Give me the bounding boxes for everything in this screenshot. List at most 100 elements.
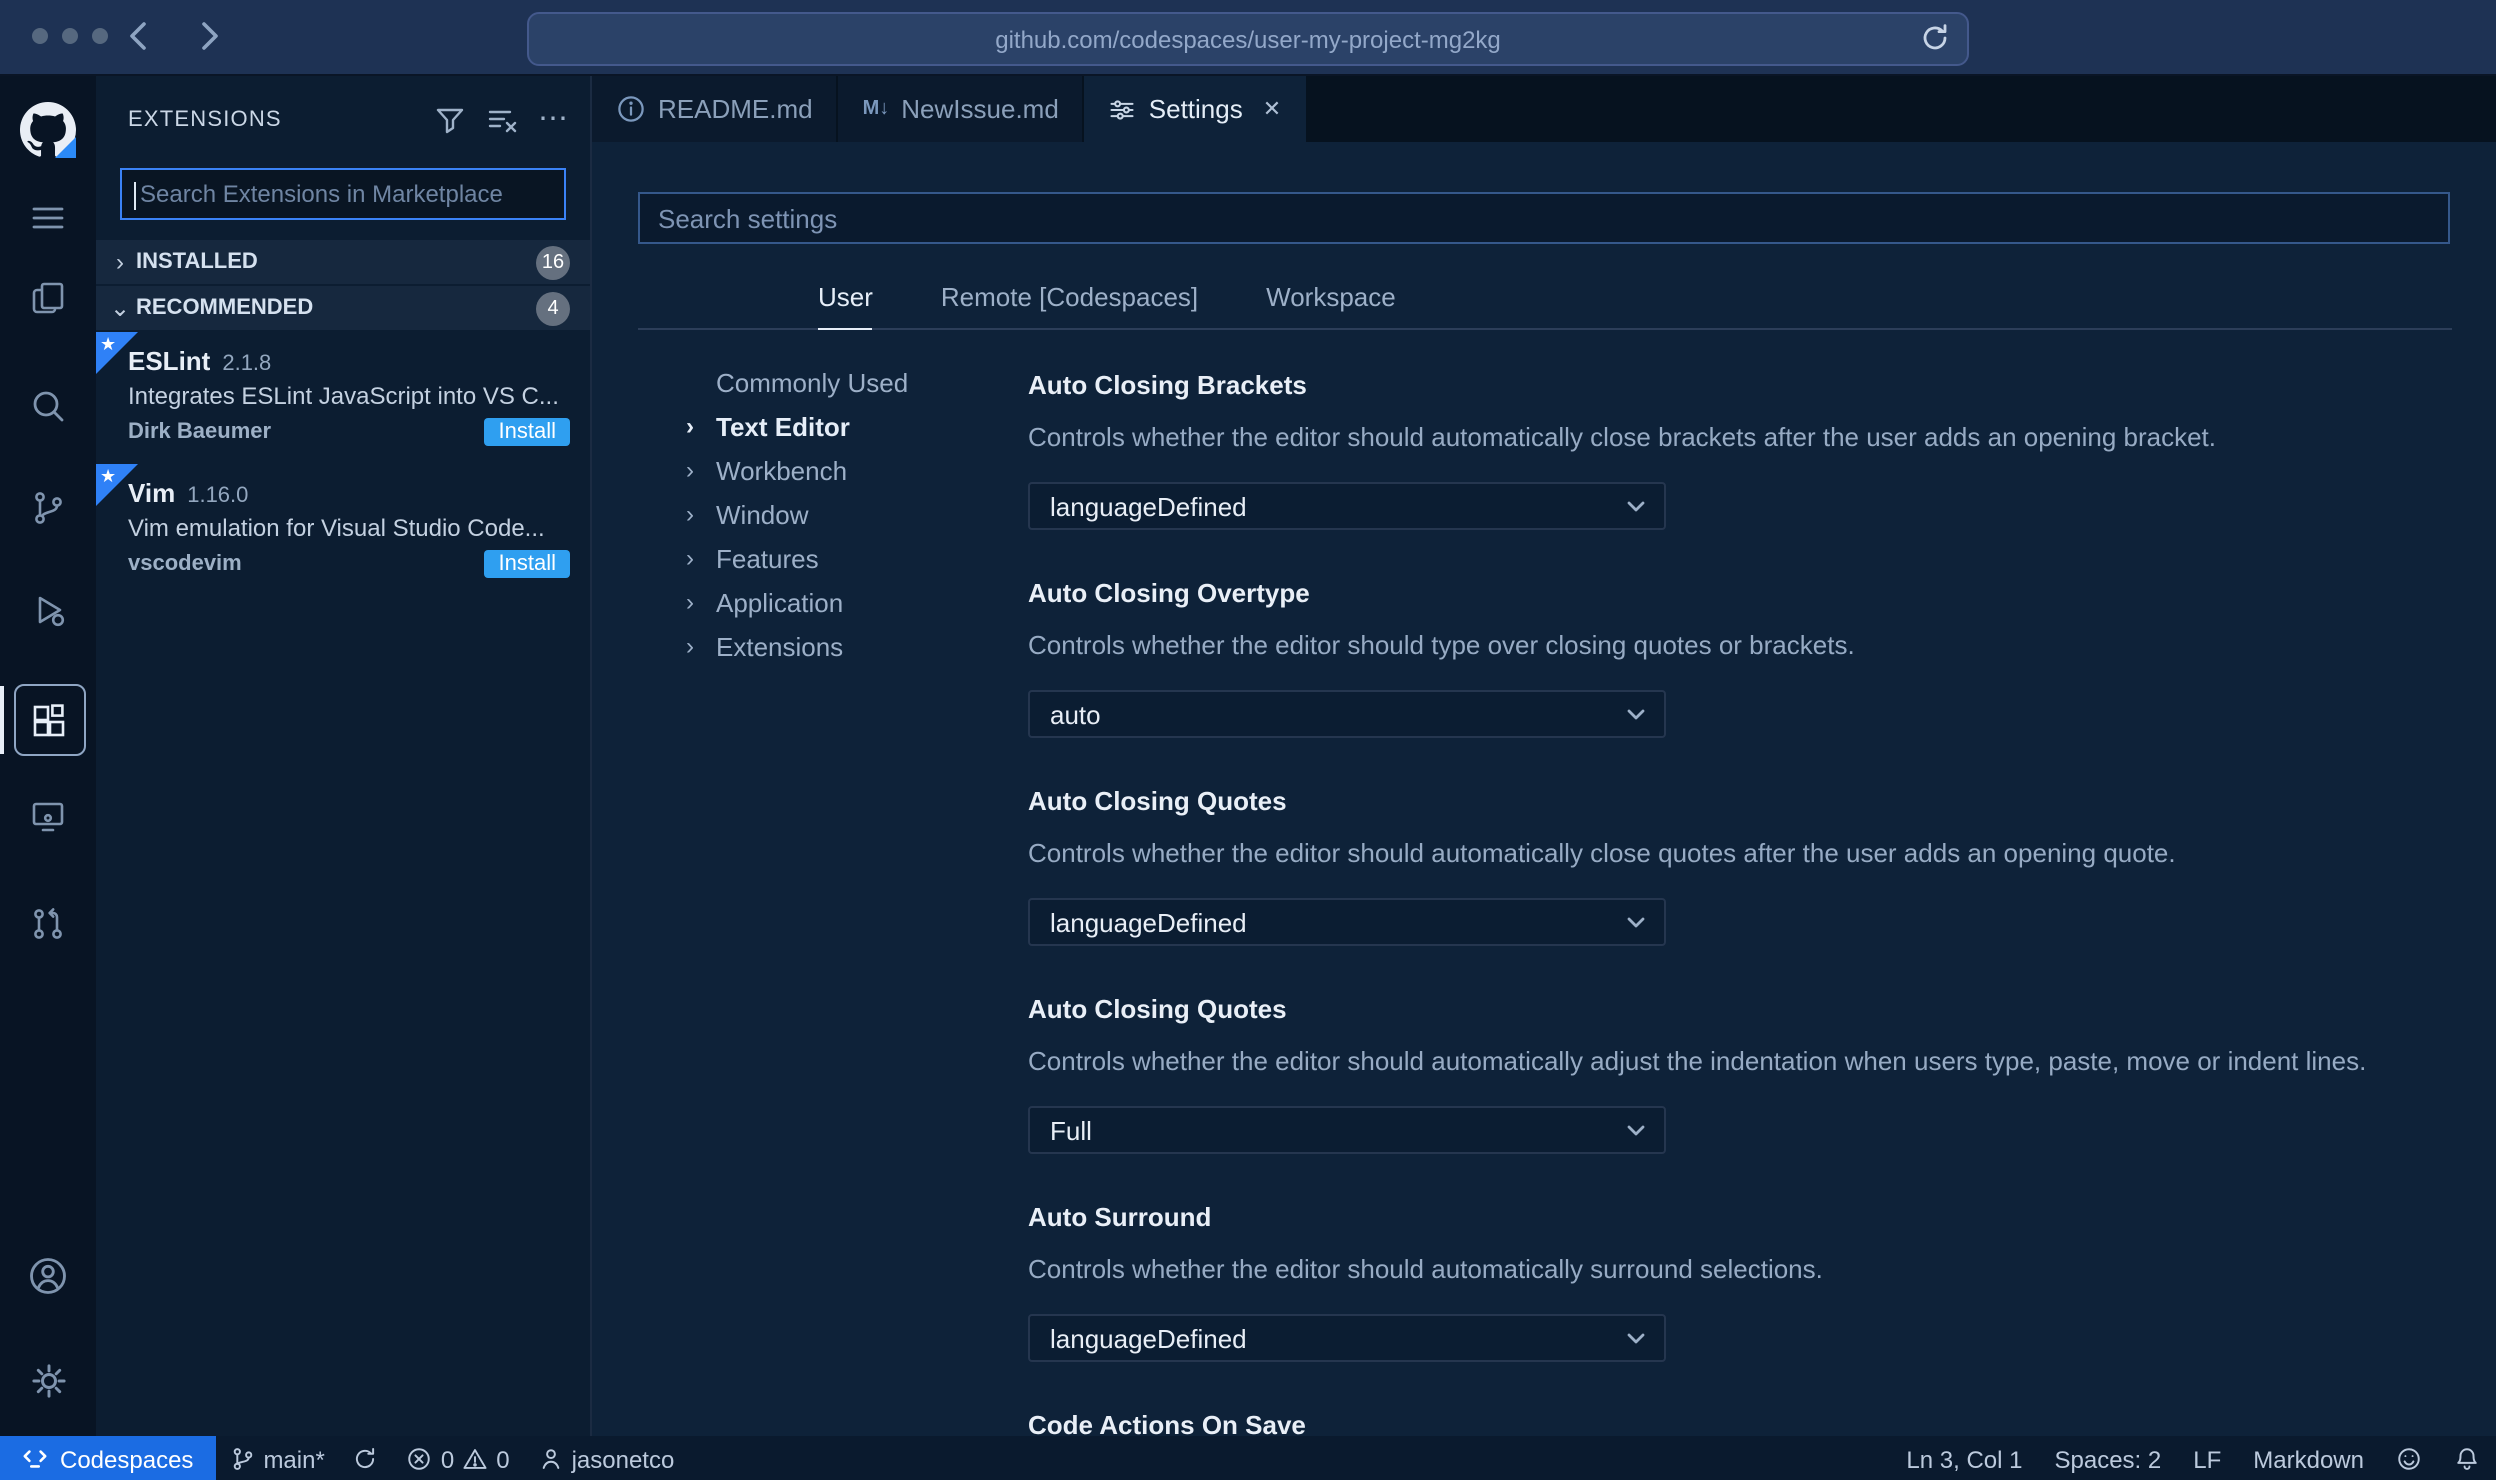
extensions-search-input[interactable] bbox=[122, 170, 564, 218]
filter-icon[interactable] bbox=[434, 104, 466, 136]
chevron-right-icon: › bbox=[686, 632, 694, 660]
extension-author: vscodevim bbox=[128, 552, 242, 576]
section-installed[interactable]: › INSTALLED 16 bbox=[96, 240, 590, 284]
window-minimize-button[interactable] bbox=[62, 28, 78, 44]
extension-description: Vim emulation for Visual Studio Code... bbox=[128, 514, 545, 542]
user-indicator[interactable]: jasonetco bbox=[524, 1445, 689, 1473]
setting-description: Controls whether the editor should autom… bbox=[1028, 1254, 1823, 1284]
extension-item-eslint[interactable]: ★ ESLint 2.1.8 Integrates ESLint JavaScr… bbox=[96, 332, 590, 464]
extensions-search-box bbox=[120, 168, 566, 220]
recommended-ribbon: ★ bbox=[96, 464, 138, 506]
extension-description: Integrates ESLint JavaScript into VS C..… bbox=[128, 382, 558, 410]
extensions-sidebar: EXTENSIONS ⋯ › INSTALLED 16 bbox=[96, 76, 592, 1436]
setting-auto-closing-brackets: Auto Closing Brackets Controls whether t… bbox=[1028, 370, 2452, 530]
search-icon[interactable] bbox=[0, 376, 96, 436]
window-controls bbox=[32, 28, 108, 44]
install-button[interactable]: Install bbox=[484, 418, 570, 446]
url-bar[interactable]: github.com/codespaces/user-my-project-mg… bbox=[527, 12, 1969, 66]
tab-newissue[interactable]: M↓ NewIssue.md bbox=[838, 76, 1083, 142]
setting-dropdown[interactable]: languageDefined bbox=[1028, 1314, 1666, 1362]
more-actions-icon[interactable]: ⋯ bbox=[538, 104, 570, 134]
settings-search-input[interactable] bbox=[640, 194, 2448, 242]
tab-bar: README.md M↓ NewIssue.md Settings ✕ bbox=[592, 76, 2496, 142]
settings-gear-icon[interactable] bbox=[0, 1350, 96, 1410]
feedback-indicator[interactable] bbox=[2380, 1446, 2438, 1472]
setting-title: Code Actions On Save bbox=[1028, 1410, 1306, 1436]
warning-count: 0 bbox=[496, 1445, 510, 1473]
remote-explorer-icon[interactable] bbox=[0, 786, 96, 846]
chevron-right-icon: › bbox=[686, 456, 694, 484]
toc-commonly-used[interactable]: Commonly Used bbox=[686, 360, 1016, 404]
chevron-down-icon bbox=[1624, 1118, 1648, 1142]
setting-dropdown[interactable]: auto bbox=[1028, 690, 1666, 738]
cursor-position[interactable]: Ln 3, Col 1 bbox=[1890, 1445, 2038, 1473]
account-icon[interactable] bbox=[0, 1246, 96, 1306]
language-mode[interactable]: Markdown bbox=[2237, 1445, 2380, 1473]
close-icon[interactable]: ✕ bbox=[1263, 96, 1281, 122]
activity-bar bbox=[0, 76, 96, 1436]
dropdown-value: languageDefined bbox=[1050, 1323, 1247, 1353]
warning-icon bbox=[462, 1446, 488, 1472]
browser-window: github.com/codespaces/user-my-project-mg… bbox=[0, 0, 2496, 1480]
tab-label: README.md bbox=[658, 94, 813, 124]
scope-tab-workspace[interactable]: Workspace bbox=[1266, 282, 1396, 328]
scope-tab-remote[interactable]: Remote [Codespaces] bbox=[941, 282, 1198, 328]
source-control-icon[interactable] bbox=[0, 478, 96, 538]
indentation[interactable]: Spaces: 2 bbox=[2039, 1445, 2178, 1473]
section-recommended[interactable]: ⌄ RECOMMENDED 4 bbox=[96, 286, 590, 330]
star-icon: ★ bbox=[100, 334, 117, 354]
dropdown-value: auto bbox=[1050, 699, 1101, 729]
tab-readme[interactable]: README.md bbox=[592, 76, 837, 142]
install-button[interactable]: Install bbox=[484, 550, 570, 578]
menu-icon[interactable] bbox=[0, 188, 96, 248]
tab-settings[interactable]: Settings ✕ bbox=[1084, 76, 1306, 142]
setting-description: Controls whether the editor should type … bbox=[1028, 630, 1855, 660]
codespaces-status-button[interactable]: Codespaces bbox=[0, 1436, 216, 1480]
forward-icon[interactable] bbox=[188, 16, 228, 56]
toc-window[interactable]: › Window bbox=[686, 492, 1016, 536]
setting-auto-surround: Auto Surround Controls whether the edito… bbox=[1028, 1202, 2452, 1362]
setting-auto-closing-quotes: Auto Closing Quotes Controls whether the… bbox=[1028, 786, 2452, 946]
setting-title: Auto Closing Brackets bbox=[1028, 370, 1307, 400]
toc-text-editor[interactable]: › Text Editor bbox=[686, 404, 1016, 448]
eol-indicator[interactable]: LF bbox=[2177, 1445, 2237, 1473]
toc-workbench[interactable]: › Workbench bbox=[686, 448, 1016, 492]
branch-indicator[interactable]: main* bbox=[215, 1445, 338, 1473]
window-close-button[interactable] bbox=[32, 28, 48, 44]
extensions-focus-outline bbox=[14, 684, 86, 756]
sync-indicator[interactable] bbox=[339, 1446, 393, 1472]
explorer-icon[interactable] bbox=[0, 268, 96, 328]
url-text: github.com/codespaces/user-my-project-mg… bbox=[995, 25, 1501, 53]
setting-dropdown[interactable]: languageDefined bbox=[1028, 482, 1666, 530]
setting-title: Auto Surround bbox=[1028, 1202, 1212, 1232]
pull-requests-icon[interactable] bbox=[0, 894, 96, 954]
setting-dropdown[interactable]: Full bbox=[1028, 1106, 1666, 1154]
setting-dropdown[interactable]: languageDefined bbox=[1028, 898, 1666, 946]
chevron-down-icon bbox=[1624, 494, 1648, 518]
notifications-indicator[interactable] bbox=[2438, 1446, 2496, 1472]
problems-indicator[interactable]: 0 0 bbox=[393, 1445, 524, 1473]
toc-application[interactable]: › Application bbox=[686, 580, 1016, 624]
refresh-icon[interactable] bbox=[1919, 22, 1951, 54]
status-bar: Codespaces main* 0 0 jasonetco Ln 3, Col… bbox=[0, 1436, 2496, 1480]
markdown-icon: M↓ bbox=[862, 98, 890, 120]
error-icon bbox=[407, 1446, 433, 1472]
run-debug-icon[interactable] bbox=[0, 580, 96, 640]
sidebar-header: EXTENSIONS ⋯ bbox=[96, 76, 590, 164]
back-icon[interactable] bbox=[120, 16, 160, 56]
extension-item-vim[interactable]: ★ Vim 1.16.0 Vim emulation for Visual St… bbox=[96, 464, 590, 596]
sidebar-title: EXTENSIONS bbox=[128, 108, 282, 132]
extensions-icon[interactable] bbox=[0, 684, 96, 756]
section-label: RECOMMENDED bbox=[136, 296, 314, 320]
toc-features[interactable]: › Features bbox=[686, 536, 1016, 580]
setting-auto-indent: Auto Closing Quotes Controls whether the… bbox=[1028, 994, 2452, 1154]
extension-version: 2.1.8 bbox=[222, 352, 272, 376]
window-zoom-button[interactable] bbox=[92, 28, 108, 44]
toc-extensions[interactable]: › Extensions bbox=[686, 624, 1016, 668]
chevron-right-icon: › bbox=[116, 248, 124, 276]
scope-tab-user[interactable]: User bbox=[818, 282, 874, 330]
clear-search-icon[interactable] bbox=[486, 104, 518, 136]
section-label: INSTALLED bbox=[136, 250, 258, 274]
github-logo bbox=[0, 96, 96, 164]
installed-count-badge: 16 bbox=[536, 245, 570, 279]
